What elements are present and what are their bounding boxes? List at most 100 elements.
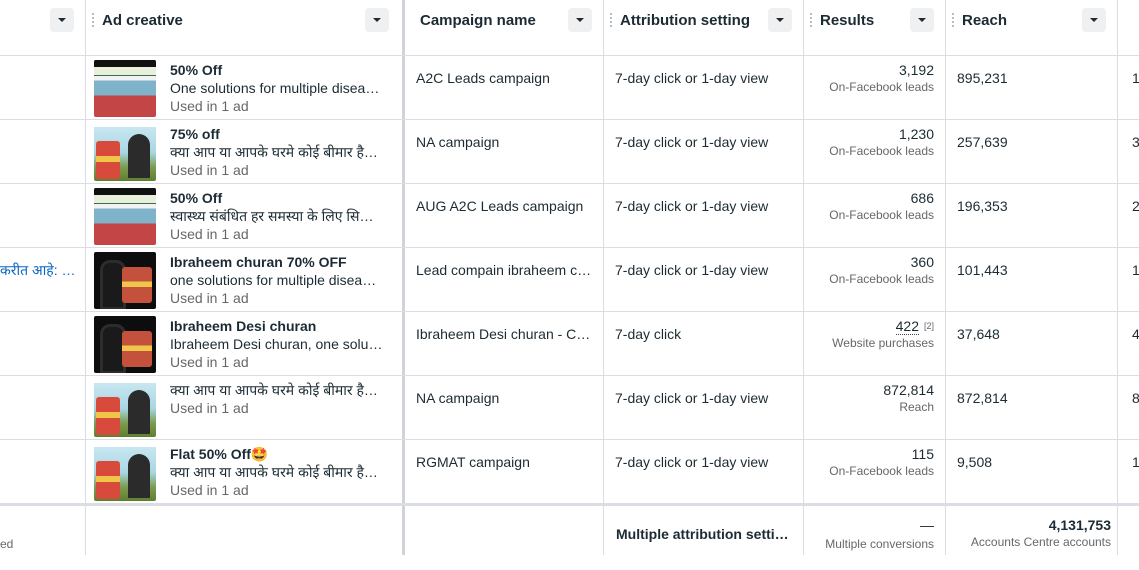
summary-results-value: — [920,517,934,533]
summary-left-label: ed [0,537,14,551]
result-type: On-Facebook leads [829,272,934,286]
sort-menu-button[interactable] [50,8,74,32]
cell-ad-creative[interactable]: Ibraheem churan 70% OFF one solutions fo… [86,248,402,312]
table-row[interactable]: 50% Off स्वास्थ्य संबंधित हर समस्या के ल… [0,184,1139,248]
attribution-setting: 7-day click or 1-day view [615,70,769,86]
table-row[interactable]: Ibraheem Desi churan Ibraheem Desi chura… [0,312,1139,376]
next-column-value: 1 [1132,69,1139,87]
cell-results: 872,814 Reach [804,376,946,440]
ad-title: 75% off [170,126,220,142]
reach-value: 196,353 [957,198,1008,214]
cell-reach: 196,353 [946,184,1118,248]
cell-ad-creative[interactable]: 75% off क्या आप या आपके घरमे कोई बीमार ह… [86,120,402,184]
result-value[interactable]: 422 [895,318,919,335]
ad-usage: Used in 1 ad [170,400,249,416]
chevron-down-icon [1090,18,1098,22]
ad-thumbnail-image[interactable] [94,380,156,437]
table-row[interactable]: करीत आहे: … Ibraheem churan 70% OFF one … [0,248,1139,312]
sort-menu-button[interactable] [768,8,792,32]
ad-usage: Used in 1 ad [170,354,249,370]
cell-left [0,184,86,248]
drag-handle-icon[interactable] [810,13,812,27]
campaign-name: NA campaign [416,134,500,150]
cell-ad-creative[interactable]: क्या आप या आपके घरमे कोई बीमार है… Used … [86,376,402,440]
next-column-value: 3 [1132,133,1139,151]
cell-attribution: 7-day click or 1-day view [604,184,804,248]
table-row[interactable]: Flat 50% Off🤩 क्या आप या आपके घरमे कोई ब… [0,440,1139,504]
sort-menu-button[interactable] [1082,8,1106,32]
ad-thumbnail-image[interactable] [94,60,156,117]
ad-title: Ibraheem Desi churan [170,318,317,334]
column-header-label: Ad creative [102,11,183,29]
drag-handle-icon[interactable] [92,13,94,27]
ad-title: Ibraheem churan 70% OFF [170,254,347,270]
cell-reach: 9,508 [946,440,1118,504]
next-column-value: 2 [1132,197,1139,215]
cell-attribution: 7-day click or 1-day view [604,56,804,120]
ad-body: क्या आप या आपके घरमे कोई बीमार है… [170,464,378,480]
cell-next: 8 [1118,376,1139,440]
ad-thumbnail-image[interactable] [94,188,156,245]
cell-ad-creative[interactable]: 50% Off One solutions for multiple disea… [86,56,402,120]
cell-attribution: 7-day click or 1-day view [604,248,804,312]
cell-campaign-name: AUG A2C Leads campaign [405,184,604,248]
result-type: Reach [899,400,934,414]
cell-ad-creative[interactable]: Ibraheem Desi churan Ibraheem Desi chura… [86,312,402,376]
sort-menu-button[interactable] [910,8,934,32]
cell-ad-creative[interactable]: Flat 50% Off🤩 क्या आप या आपके घरमे कोई ब… [86,440,402,504]
reach-value: 37,648 [957,326,1000,342]
sort-menu-button[interactable] [365,8,389,32]
result-value: 3,192 [898,62,934,78]
chevron-down-icon [373,18,381,22]
cell-results: 115 On-Facebook leads [804,440,946,504]
ad-body: स्वास्थ्य संबंधित हर समस्या के लिए सि… [170,208,374,224]
ad-thumbnail-image[interactable] [94,252,156,309]
cell-results: 3,192 On-Facebook leads [804,56,946,120]
summary-reach-value: 4,131,753 [1048,517,1111,533]
table-row[interactable]: 50% Off One solutions for multiple disea… [0,56,1139,120]
cell-attribution: 7-day click or 1-day view [604,440,804,504]
campaign-name: Lead compain ibraheem c… [416,262,592,278]
attribution-setting: 7-day click or 1-day view [615,198,769,214]
summary-results: — Multiple conversions [804,516,934,552]
cell-reach: 257,639 [946,120,1118,184]
result-footnote: [2] [923,321,934,331]
table-row[interactable]: 75% off क्या आप या आपके घरमे कोई बीमार ह… [0,120,1139,184]
reach-value: 895,231 [957,70,1008,86]
table-row[interactable]: क्या आप या आपके घरमे कोई बीमार है… Used … [0,376,1139,440]
ad-thumbnail-image[interactable] [94,316,156,373]
result-type: Website purchases [832,336,934,350]
campaign-name: NA campaign [416,390,500,406]
ad-usage: Used in 1 ad [170,290,249,306]
ad-body: One solutions for multiple disea… [170,80,380,96]
drag-handle-icon[interactable] [610,13,612,27]
cell-ad-creative[interactable]: 50% Off स्वास्थ्य संबंधित हर समस्या के ल… [86,184,402,248]
result-value: 686 [910,190,934,206]
attribution-setting: 7-day click or 1-day view [615,134,769,150]
result-type: On-Facebook leads [829,80,934,94]
campaign-name: RGMAT campaign [416,454,530,470]
attribution-setting: 7-day click or 1-day view [615,262,769,278]
summary-reach: 4,131,753 Accounts Centre accounts [946,516,1111,550]
cell-campaign-name: RGMAT campaign [405,440,604,504]
cell-attribution: 7-day click [604,312,804,376]
column-header-label: Reach [962,11,1008,29]
summary-results-sub: Multiple conversions [825,537,934,551]
next-column-value: 1 [1132,453,1139,471]
result-value: 115 [911,446,934,462]
summary-attribution: Multiple attribution settin… [616,526,792,542]
cell-reach: 895,231 [946,56,1118,120]
column-header-ad-creative[interactable]: Ad creative [86,0,402,40]
result-value: 1,230 [898,126,934,142]
chevron-down-icon [776,18,784,22]
chevron-down-icon [58,18,66,22]
sort-menu-button[interactable] [568,8,592,32]
truncated-link-text[interactable]: करीत आहे: … [0,261,80,279]
cell-reach: 872,814 [946,376,1118,440]
cell-campaign-name: A2C Leads campaign [405,56,604,120]
ad-thumbnail-image[interactable] [94,124,156,181]
ad-thumbnail-image[interactable] [94,444,156,501]
drag-handle-icon[interactable] [952,13,954,27]
result-type: On-Facebook leads [829,144,934,158]
attribution-setting: 7-day click [615,326,682,342]
